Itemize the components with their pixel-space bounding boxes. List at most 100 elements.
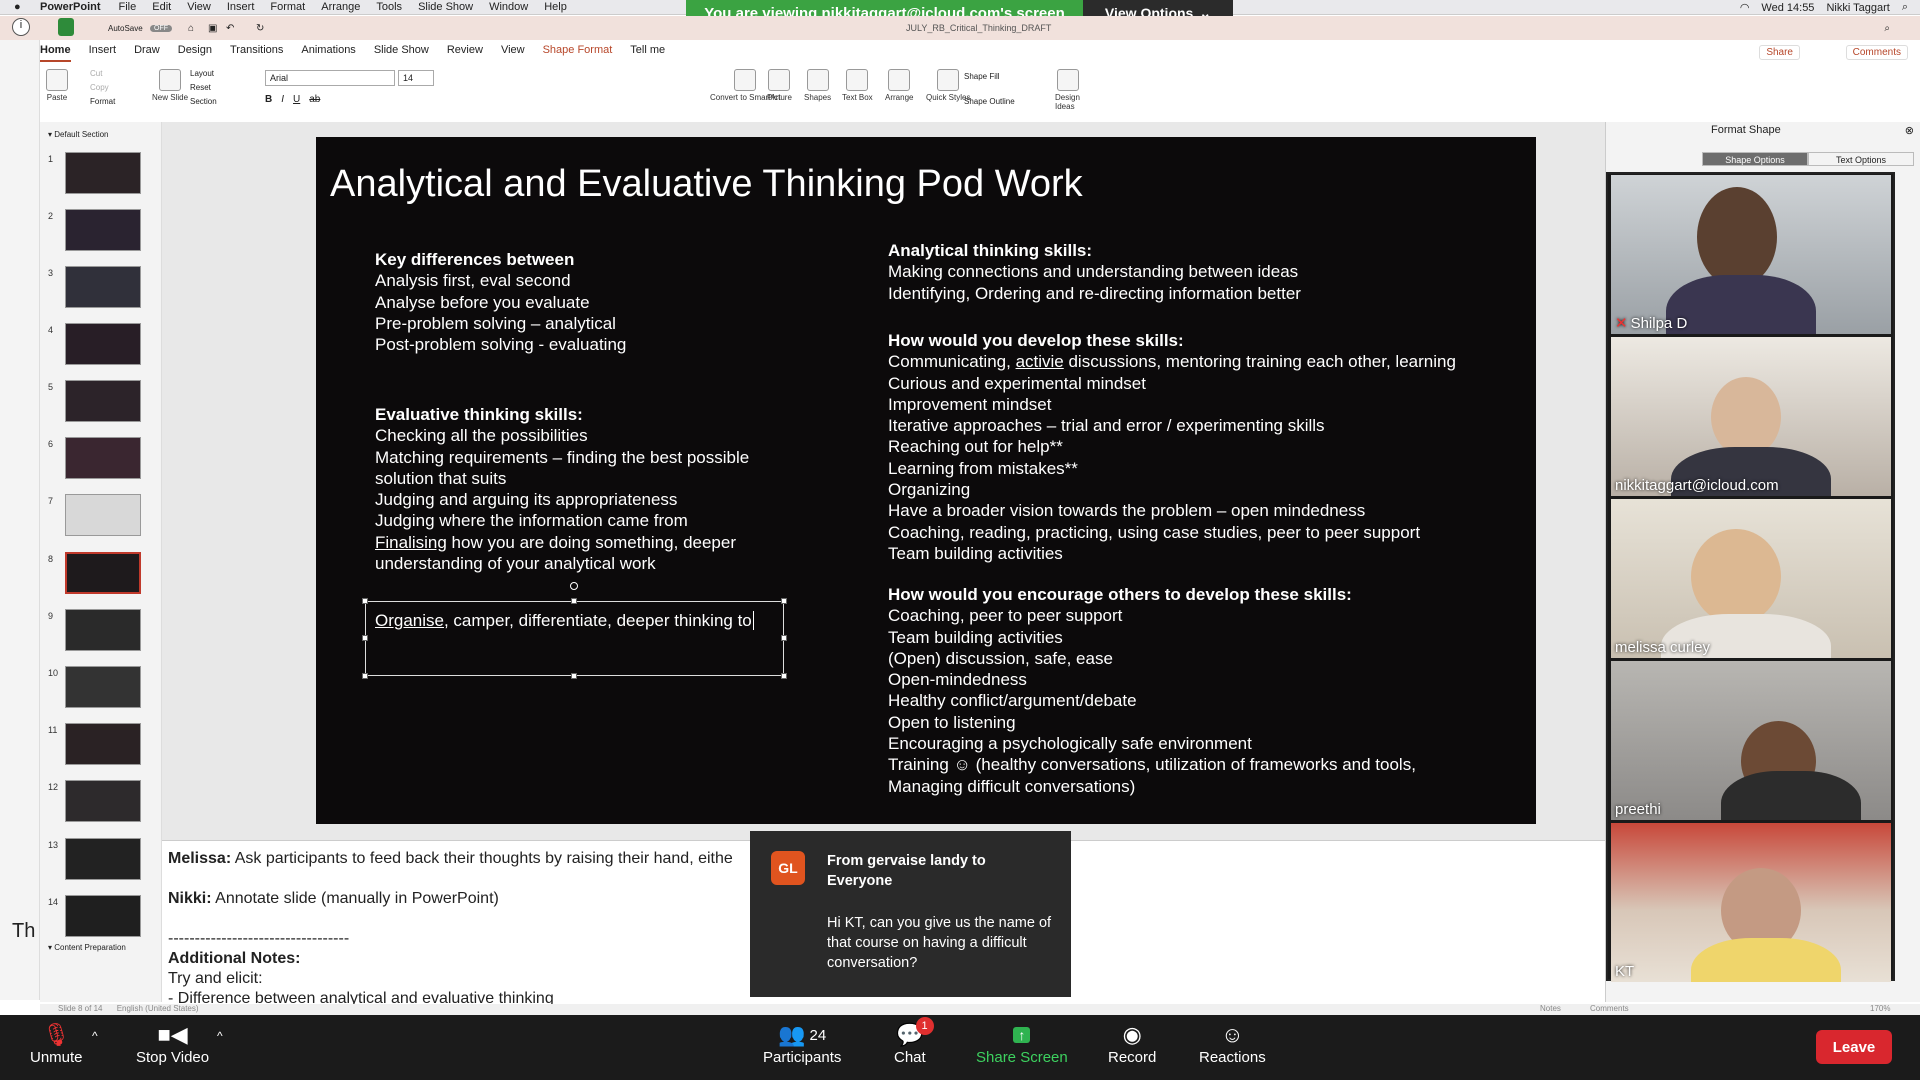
shape-outline-button[interactable]: Shape Outline xyxy=(964,97,1015,106)
spotlight-icon[interactable]: ⌕ xyxy=(1902,1,1908,14)
resize-handle[interactable] xyxy=(362,673,368,679)
clock[interactable]: Wed 14:55 xyxy=(1761,2,1814,14)
autosave-toggle[interactable]: OFF xyxy=(150,24,172,32)
slide-thumbnails-panel[interactable]: ▾ Default Section 1 2 3 4 5 6 7 8 9 10 11 12 13 14 ▾ … xyxy=(40,122,162,1002)
design-ideas-button[interactable]: Design Ideas xyxy=(1055,69,1080,111)
slide-thumbnail[interactable] xyxy=(65,437,141,479)
comments-button[interactable]: Comments xyxy=(1845,45,1908,60)
app-name[interactable]: PowerPoint xyxy=(40,1,101,13)
slide-title[interactable]: Analytical and Evaluative Thinking Pod W… xyxy=(330,163,1083,206)
tab-text-options[interactable]: Text Options xyxy=(1808,152,1914,166)
font-size-select[interactable]: 14 xyxy=(398,70,434,86)
right-block-encourage[interactable]: How would you encourage others to develo… xyxy=(888,584,1416,797)
video-tile[interactable]: ✕ Shilpa D xyxy=(1611,175,1891,334)
slide-thumbnail[interactable] xyxy=(65,895,141,937)
tab-shape-format[interactable]: Shape Format xyxy=(543,44,613,62)
slide-thumbnail[interactable] xyxy=(65,723,141,765)
reset-button[interactable]: Reset xyxy=(190,83,211,92)
tab-home[interactable]: Home xyxy=(40,44,71,62)
redo-icon[interactable]: ↻ xyxy=(256,23,264,34)
save-icon[interactable]: ▣ xyxy=(208,23,217,34)
slide-thumbnail[interactable] xyxy=(65,209,141,251)
rotate-handle[interactable] xyxy=(570,582,578,590)
chevron-up-icon[interactable]: ^ xyxy=(217,1029,223,1043)
right-block-analytical[interactable]: Analytical thinking skills: Making conne… xyxy=(888,240,1301,304)
menu-file[interactable]: File xyxy=(119,1,137,13)
right-block-develop[interactable]: How would you develop these skills: Comm… xyxy=(888,330,1456,564)
slide-thumbnail[interactable] xyxy=(65,380,141,422)
info-icon[interactable]: i xyxy=(12,18,30,36)
video-tile[interactable]: KT xyxy=(1611,823,1891,982)
chevron-up-icon[interactable]: ^ xyxy=(92,1029,98,1043)
stop-video-button[interactable]: ■◀ Stop Video xyxy=(136,1021,209,1066)
font-name-select[interactable]: Arial xyxy=(265,70,395,86)
tell-me[interactable]: Tell me xyxy=(630,44,665,62)
comments-toggle[interactable]: Comments xyxy=(1590,1004,1629,1013)
slide[interactable]: Analytical and Evaluative Thinking Pod W… xyxy=(316,137,1536,824)
bold-button[interactable]: B xyxy=(265,94,272,105)
left-block-key-differences[interactable]: Key differences between Analysis first, … xyxy=(375,249,626,355)
paste-button[interactable]: Paste xyxy=(46,69,68,102)
menu-format[interactable]: Format xyxy=(270,1,305,13)
section-default[interactable]: ▾ Default Section xyxy=(48,130,109,139)
tab-insert[interactable]: Insert xyxy=(89,44,117,62)
underline-button[interactable]: U xyxy=(293,94,300,105)
tab-transitions[interactable]: Transitions xyxy=(230,44,283,62)
leave-button[interactable]: Leave xyxy=(1816,1030,1892,1064)
record-button[interactable]: ◉ Record xyxy=(1108,1021,1156,1066)
tab-review[interactable]: Review xyxy=(447,44,483,62)
tab-view[interactable]: View xyxy=(501,44,525,62)
resize-handle[interactable] xyxy=(781,598,787,604)
home-icon[interactable]: ⌂ xyxy=(188,23,194,34)
slide-thumbnail[interactable] xyxy=(65,494,141,536)
shape-fill-button[interactable]: Shape Fill xyxy=(964,72,1000,81)
notes-toggle[interactable]: Notes xyxy=(1540,1004,1561,1013)
wifi-icon[interactable]: ◠ xyxy=(1740,1,1750,14)
menu-insert[interactable]: Insert xyxy=(227,1,255,13)
layout-button[interactable]: Layout xyxy=(190,69,214,78)
slide-thumbnail[interactable] xyxy=(65,780,141,822)
menu-slide-show[interactable]: Slide Show xyxy=(418,1,473,13)
tab-design[interactable]: Design xyxy=(178,44,212,62)
resize-handle[interactable] xyxy=(781,673,787,679)
video-tile[interactable]: nikkitaggart@icloud.com xyxy=(1611,337,1891,496)
menu-edit[interactable]: Edit xyxy=(152,1,171,13)
strikethrough-button[interactable]: ab xyxy=(309,94,320,105)
picture-button[interactable]: Picture xyxy=(767,69,792,102)
zoom-level[interactable]: 170% xyxy=(1870,1004,1890,1013)
resize-handle[interactable] xyxy=(571,673,577,679)
unmute-button[interactable]: 🎙 Unmute xyxy=(30,1021,83,1066)
slide-thumbnail[interactable] xyxy=(65,552,141,594)
resize-handle[interactable] xyxy=(362,598,368,604)
menu-window[interactable]: Window xyxy=(489,1,528,13)
slide-thumbnail[interactable] xyxy=(65,838,141,880)
share-button[interactable]: Share xyxy=(1759,45,1800,60)
slide-thumbnail[interactable] xyxy=(65,266,141,308)
new-slide-button[interactable]: New Slide xyxy=(152,69,188,102)
slide-thumbnail[interactable] xyxy=(65,152,141,194)
tab-animations[interactable]: Animations xyxy=(301,44,355,62)
italic-button[interactable]: I xyxy=(281,94,284,105)
slide-thumbnail[interactable] xyxy=(65,323,141,365)
menu-tools[interactable]: Tools xyxy=(376,1,402,13)
tab-draw[interactable]: Draw xyxy=(134,44,160,62)
slide-thumbnail[interactable] xyxy=(65,609,141,651)
left-block-evaluative[interactable]: Evaluative thinking skills: Checking all… xyxy=(375,404,749,574)
shapes-button[interactable]: Shapes xyxy=(804,69,831,102)
copy-button[interactable]: Copy xyxy=(90,83,109,92)
share-screen-button[interactable]: ↑ Share Screen xyxy=(976,1021,1068,1066)
format-painter-button[interactable]: Format xyxy=(90,97,115,106)
reactions-button[interactable]: ☺ Reactions xyxy=(1199,1021,1266,1066)
chat-notification[interactable]: GL From gervaise landy to Everyone Hi KT… xyxy=(750,831,1071,997)
chat-button[interactable]: 💬 1 Chat xyxy=(894,1017,934,1066)
section-content-preparation[interactable]: ▾ Content Preparation xyxy=(48,943,126,952)
tab-slide-show[interactable]: Slide Show xyxy=(374,44,429,62)
menu-arrange[interactable]: Arrange xyxy=(321,1,360,13)
menu-view[interactable]: View xyxy=(187,1,211,13)
participants-button[interactable]: 👥 24 Participants xyxy=(763,1021,841,1066)
resize-handle[interactable] xyxy=(571,598,577,604)
video-tile[interactable]: melissa curley xyxy=(1611,499,1891,658)
selected-text-box[interactable]: Organise, camper, differentiate, deeper … xyxy=(365,601,784,676)
language[interactable]: English (United States) xyxy=(117,1004,199,1013)
video-tile[interactable]: preethi xyxy=(1611,661,1891,820)
